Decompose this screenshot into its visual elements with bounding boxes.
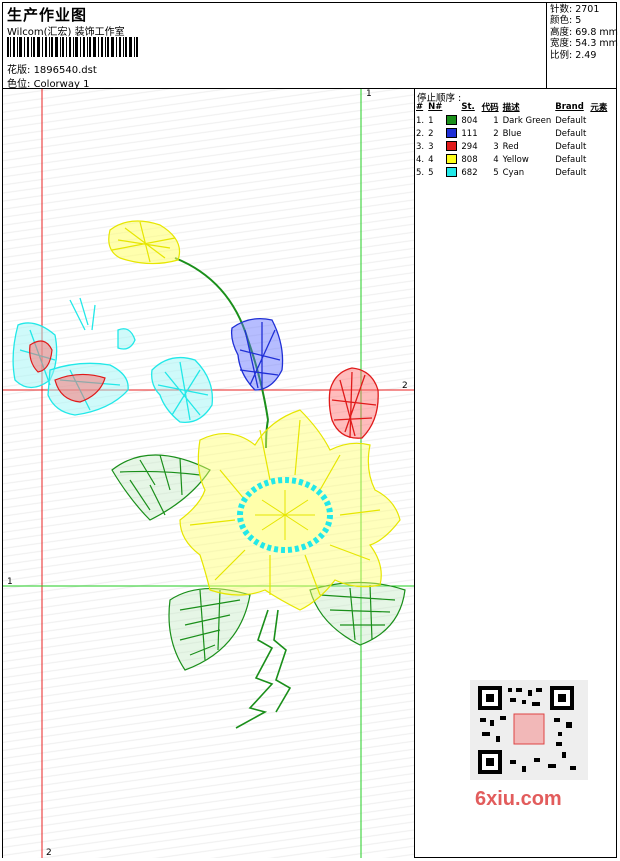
row-index: 4. <box>416 154 425 165</box>
row-element <box>588 127 609 140</box>
row-brand: Default <box>555 128 587 139</box>
color-swatch <box>446 128 458 139</box>
row-swatch <box>444 114 459 127</box>
row-description: Red <box>502 141 519 152</box>
row-brand: Default <box>555 141 587 152</box>
cyan-bud <box>151 356 214 424</box>
col-stitches: St. <box>461 102 475 112</box>
table-row: 4. 4 808 4 Yellow Default <box>414 153 609 166</box>
blue-tulip <box>230 317 284 391</box>
guide-label-v-green: 1 <box>366 89 372 99</box>
row-code: 3 <box>493 141 499 152</box>
row-index: 2. <box>416 128 425 139</box>
row-element <box>588 153 609 166</box>
row-element <box>588 166 609 179</box>
row-stitches: 808 <box>461 154 478 165</box>
col-element: 元素 <box>590 103 608 113</box>
row-swatch <box>444 140 459 153</box>
row-description: Blue <box>502 128 522 139</box>
row-description: Yellow <box>502 154 529 165</box>
table-row: 5. 5 682 5 Cyan Default <box>414 166 609 179</box>
row-swatch <box>444 127 459 140</box>
row-index: 5. <box>416 167 425 178</box>
table-row: 3. 3 294 3 Red Default <box>414 140 609 153</box>
color-swatch <box>446 154 458 165</box>
row-brand: Default <box>555 115 587 126</box>
row-index: 1. <box>416 115 425 126</box>
row-brand: Default <box>555 154 587 165</box>
row-swatch <box>444 153 459 166</box>
row-brand: Default <box>555 167 587 178</box>
color-swatch <box>446 167 458 178</box>
guide-label-h-green: 1 <box>7 577 13 587</box>
row-stitches: 294 <box>461 141 478 152</box>
color-sequence-table: # N# St. 代码 描述 Brand 元素 1. 1 804 1 Dark Gree… <box>414 100 609 179</box>
row-code: 2 <box>493 128 499 139</box>
row-index: 3. <box>416 141 425 152</box>
row-element <box>588 114 609 127</box>
color-swatch <box>446 141 458 152</box>
table-header-row: # N# St. 代码 描述 Brand 元素 <box>414 100 609 114</box>
zigzag-stems <box>235 609 292 729</box>
row-needle: 5 <box>428 167 434 178</box>
color-swatch <box>446 115 458 126</box>
row-element <box>588 140 609 153</box>
col-needle: N# <box>428 102 443 112</box>
row-stitches: 111 <box>461 128 478 139</box>
col-brand: Brand <box>555 102 584 112</box>
guide-label-v-red: 2 <box>46 848 52 858</box>
yellow-bud <box>108 220 181 265</box>
qr-code-graphic <box>478 686 576 774</box>
row-stitches: 804 <box>461 115 478 126</box>
col-code: 代码 <box>481 103 499 113</box>
row-code: 1 <box>493 115 499 126</box>
red-tulip <box>328 367 379 439</box>
row-code: 4 <box>493 154 499 165</box>
guide-label-h-red: 2 <box>402 381 408 391</box>
row-description: Cyan <box>502 167 525 178</box>
col-index: # <box>416 102 424 112</box>
row-needle: 1 <box>428 115 434 126</box>
row-swatch <box>444 166 459 179</box>
col-swatch <box>444 100 459 114</box>
table-row: 1. 1 804 1 Dark Green Default <box>414 114 609 127</box>
row-needle: 3 <box>428 141 434 152</box>
row-code: 5 <box>493 167 499 178</box>
table-row: 2. 2 111 2 Blue Default <box>414 127 609 140</box>
col-description: 描述 <box>502 103 520 113</box>
qr-code <box>470 680 588 780</box>
row-needle: 2 <box>428 128 434 139</box>
row-needle: 4 <box>428 154 434 165</box>
watermark: 6xiu.com <box>475 788 562 810</box>
row-stitches: 682 <box>461 167 478 178</box>
row-description: Dark Green <box>502 115 552 126</box>
